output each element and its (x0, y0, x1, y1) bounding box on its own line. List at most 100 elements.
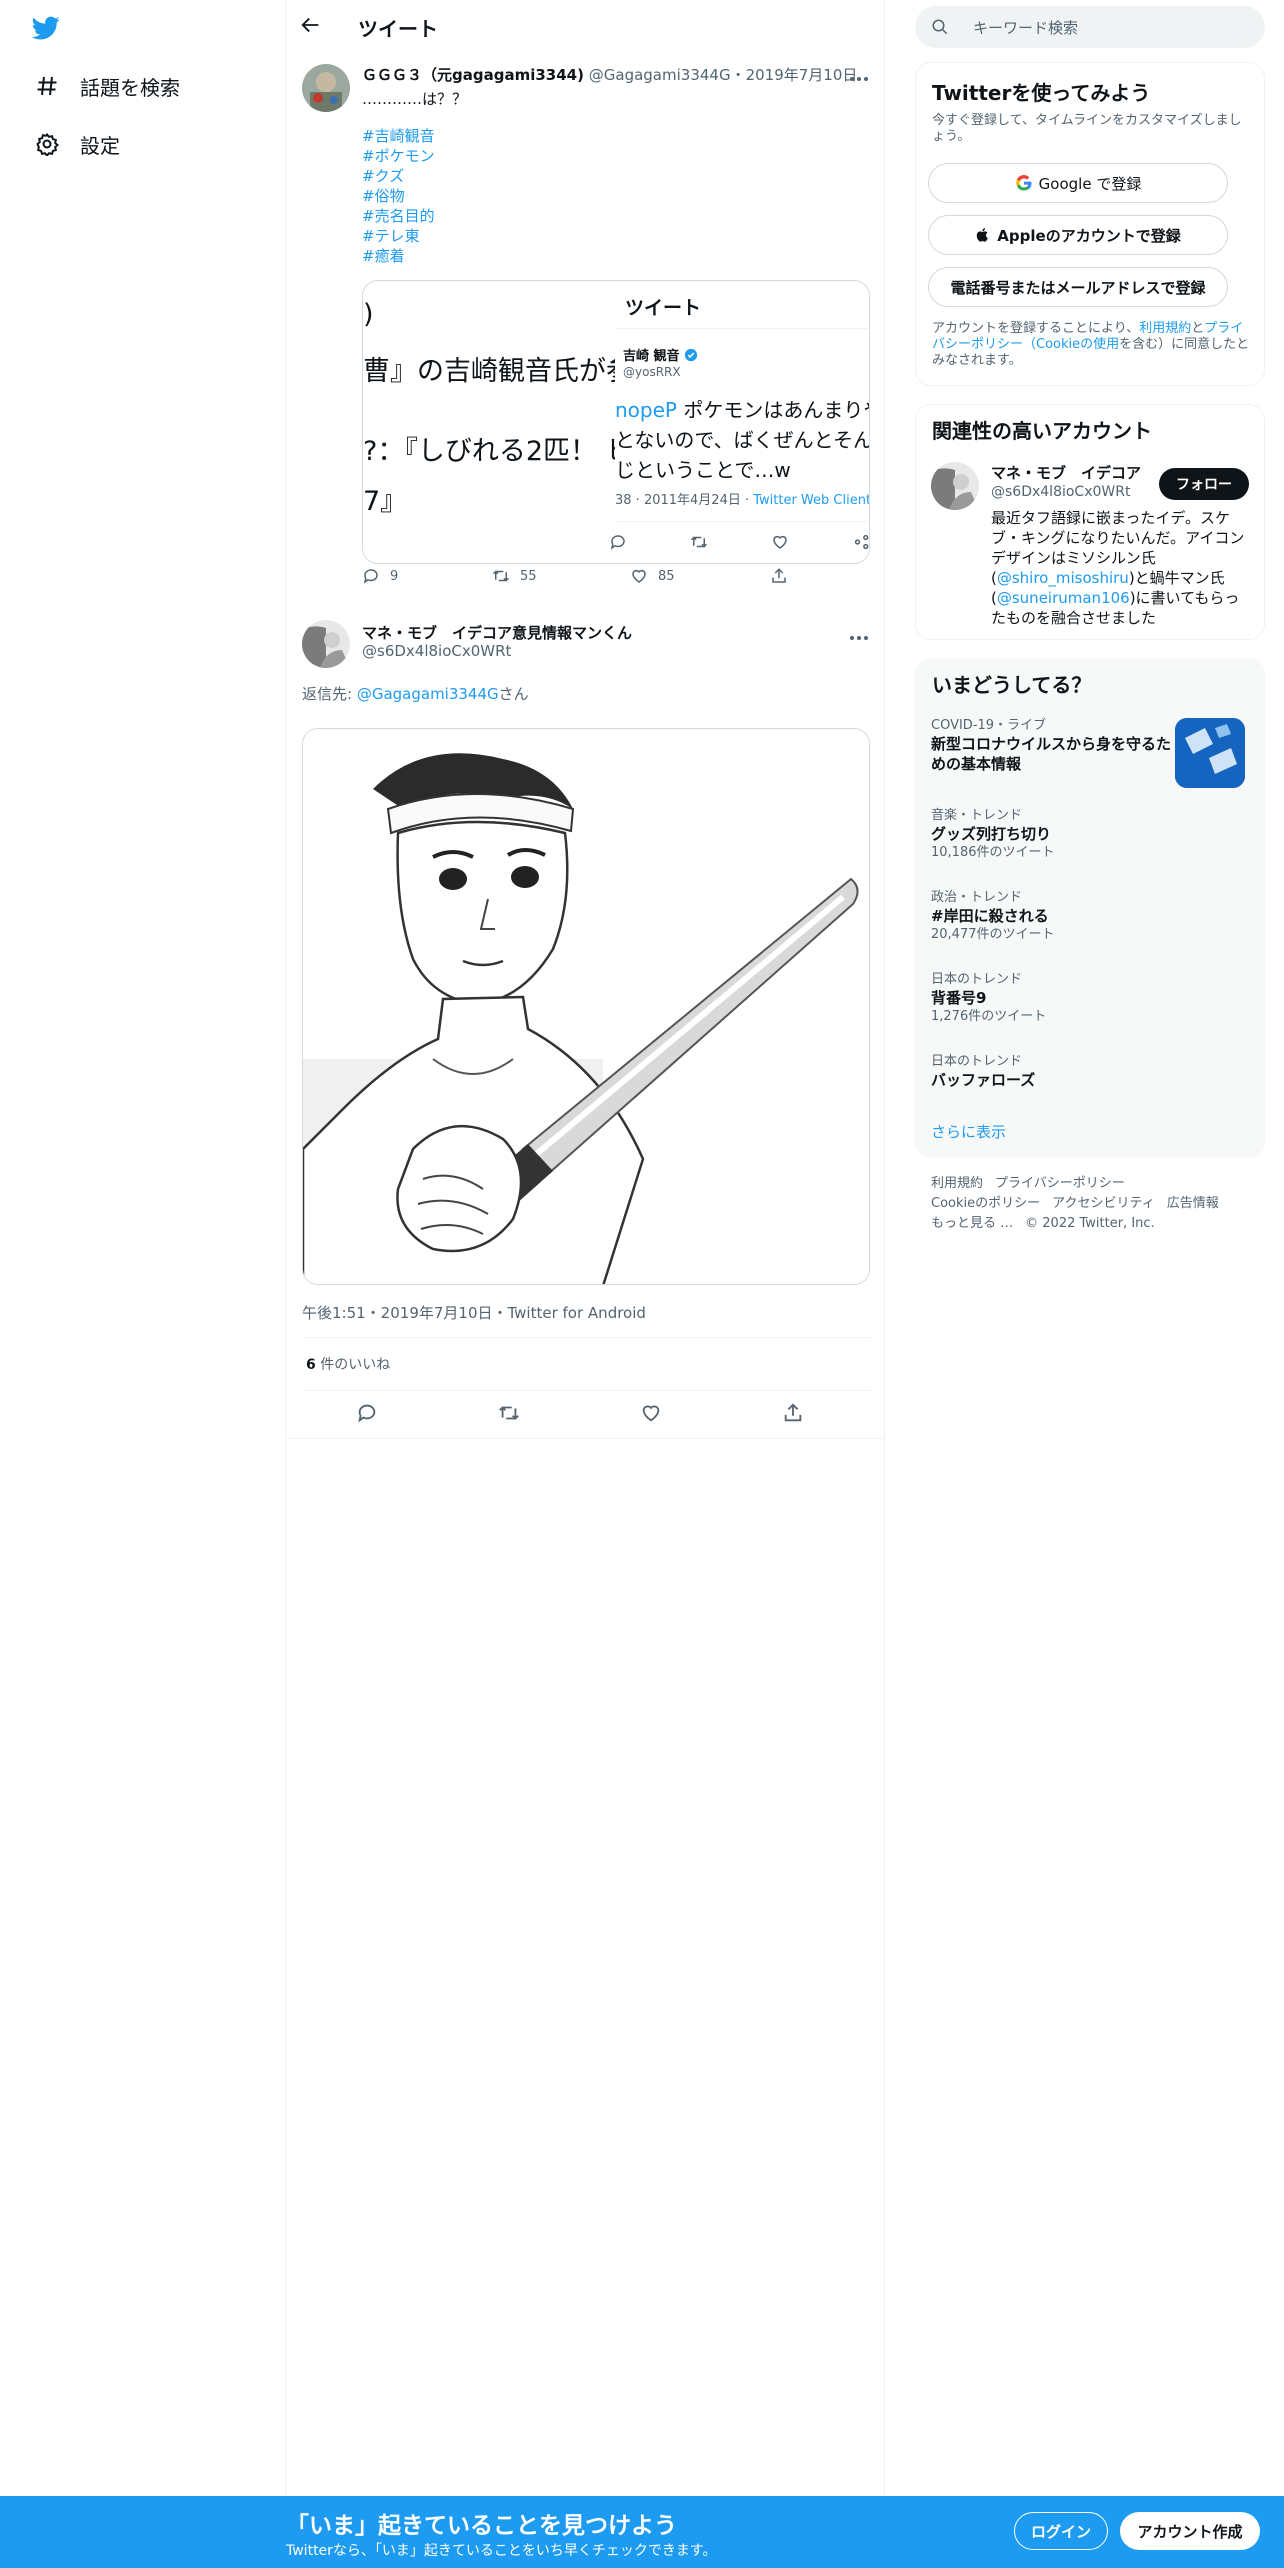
nav-explore[interactable]: 話題を検索 (32, 66, 180, 106)
trend-name: 新型コロナウイルスから身を守るための基本情報 (931, 735, 1172, 773)
right-sidebar: キーワード検索 Twitterを使ってみよう 今すぐ登録して、タイムラインをカス… (915, 0, 1265, 2496)
reply-button[interactable]: 9 (362, 567, 398, 585)
share-button[interactable] (770, 567, 788, 585)
signup-subtitle: 今すぐ登録して、タイムラインをカスタマイズしましょう。 (932, 113, 1242, 144)
embed-meta-text: 38 · 2011年4月24日 · (615, 493, 754, 508)
apple-signup-button[interactable]: Appleのアカウントで登録 (928, 215, 1228, 255)
related-account-handle[interactable]: @s6Dx4l8ioCx0WRt (991, 484, 1130, 500)
trend-item[interactable]: 音楽・トレンド グッズ列打ち切り 10,186件のツイート (931, 808, 1251, 862)
hashtag-link[interactable]: #テレ東 (362, 226, 435, 246)
related-account-bio: 最近タフ語録に嵌まったイデ。スケブ・キングになりたいんだ。アイコンデザインはミソ… (991, 508, 1251, 628)
phone-email-signup-button[interactable]: 電話番号またはメールアドレスで登録 (928, 267, 1228, 307)
follow-button[interactable]: フォロー (1159, 468, 1249, 500)
trend-name: 背番号9 (931, 989, 987, 1007)
trend-name: #岸田に殺される (931, 907, 1049, 925)
manga-image[interactable] (302, 728, 870, 1285)
like-button[interactable] (640, 1402, 662, 1424)
reply-button[interactable] (356, 1402, 378, 1424)
avatar[interactable] (302, 620, 350, 668)
trend-item[interactable]: 日本のトレンド バッファローズ (931, 1054, 1251, 1090)
more-icon[interactable] (846, 628, 872, 640)
tweet-author[interactable]: ＧＧＧ３（元gagagami3344) @Gagagami3344G・2019年… (362, 64, 857, 85)
avatar[interactable] (302, 64, 350, 112)
divider (302, 1337, 870, 1338)
bio-mention-link[interactable]: @shiro_misoshiru (997, 569, 1129, 587)
likes-count: 6 (306, 1357, 316, 1373)
phone-email-signup-label: 電話番号またはメールアドレスで登録 (950, 278, 1206, 297)
retweet-button[interactable]: 55 (492, 567, 537, 585)
more-icon[interactable] (846, 69, 872, 81)
author-name: ＧＧＧ３（元gagagami3344) (362, 66, 584, 84)
share-icon (854, 534, 869, 550)
hashtag-link[interactable]: #俗物 (362, 186, 435, 206)
like-button[interactable]: 85 (630, 567, 675, 585)
embed-meta: 38 · 2011年4月24日 · Twitter Web Client (615, 489, 870, 508)
divider (286, 1438, 884, 1439)
nav-settings-label: 設定 (80, 133, 120, 158)
twitter-logo-icon[interactable] (30, 14, 66, 44)
share-icon (772, 568, 786, 583)
bottom-bar-subtitle: Twitterなら、「いま」起きていることをいち早くチェックできます。 (286, 2543, 717, 2559)
nav-settings[interactable]: 設定 (32, 124, 120, 164)
likes-label: 件のいいね (315, 1357, 391, 1373)
bio-mention-link[interactable]: @suneiruman106 (997, 589, 1130, 607)
trend-item[interactable]: 政治・トレンド #岸田に殺される 20,477件のツイート (931, 890, 1251, 944)
google-signup-button[interactable]: Google で登録 (928, 163, 1228, 203)
author-name[interactable]: マネ・モブ イデコア意見情報マンくん (362, 622, 632, 643)
embed-meta-link: Twitter Web Client (753, 493, 870, 508)
share-button[interactable] (782, 1402, 804, 1424)
heart-icon (773, 535, 787, 549)
embed-text-line: 曹』の吉崎観音氏が参 (363, 356, 615, 387)
trend-meta: 政治・トレンド (931, 890, 1023, 905)
trend-item[interactable]: COVID-19・ライブ 新型コロナウイルスから身を守るための基本情報 (931, 718, 1171, 774)
search-box[interactable]: キーワード検索 (915, 6, 1265, 48)
show-more-link[interactable]: さらに表示 (931, 1121, 1006, 1142)
related-account-name[interactable]: マネ・モブ イデコア意見情報マンくん (991, 462, 1141, 483)
divider (302, 1390, 870, 1391)
retweet-button[interactable] (498, 1402, 520, 1424)
trend-count: 10,186件のツイート (931, 845, 1055, 860)
back-arrow-icon[interactable] (300, 14, 326, 40)
avatar[interactable] (931, 462, 979, 510)
trend-item[interactable]: 日本のトレンド 背番号9 1,276件のツイート (931, 972, 1251, 1026)
search-input[interactable]: キーワード検索 (973, 17, 1078, 38)
embed-left-panel: ) 曹』の吉崎観音氏が参 ?：『しびれる2匹！ ヒ 7』 (363, 281, 615, 563)
footer-terms-link[interactable]: 利用規約 (931, 1176, 983, 1191)
retweet-icon (492, 570, 510, 582)
author-handle[interactable]: @s6Dx4l8ioCx0WRt (362, 642, 511, 660)
login-button[interactable]: ログイン (1014, 2512, 1108, 2550)
hashtag-link[interactable]: #吉崎観音 (362, 126, 435, 146)
hashtag-link[interactable]: #ポケモン (362, 146, 435, 166)
embed-author-handle: @yosRRX (623, 365, 681, 379)
footer-ads-link[interactable]: 広告情報 (1167, 1196, 1219, 1211)
retweet-icon (690, 536, 708, 548)
reply-icon (358, 1404, 376, 1423)
left-navigation: 話題を検索 設定 (0, 0, 285, 2496)
terms-link[interactable]: 利用規約 (1139, 321, 1191, 336)
footer-cookie-link[interactable]: Cookieのポリシー (931, 1196, 1040, 1211)
tweet-timestamp[interactable]: 午後1:51・2019年7月10日・Twitter for Android (302, 1302, 646, 1323)
bottom-signup-bar: 「いま」起きていることを見つけよう Twitterなら、「いま」起きていることを… (0, 2496, 1284, 2568)
retweet-icon (499, 1406, 519, 1420)
hashtag-link[interactable]: #癒着 (362, 246, 435, 266)
footer-privacy-link[interactable]: プライバシーポリシー (995, 1176, 1125, 1191)
tweet-date[interactable]: 2019年7月10日 (746, 66, 858, 84)
signup-button[interactable]: アカウント作成 (1120, 2512, 1260, 2550)
hashtag-link[interactable]: #クズ (362, 166, 435, 186)
embed-body: nopeP ポケモンはあんまりや とないので、ばくぜんとそん じということで…w (615, 395, 869, 485)
embed-action-icons (610, 529, 869, 559)
likes-summary[interactable]: 6 件のいいね (306, 1354, 390, 1374)
embedded-screenshot-image[interactable]: ) 曹』の吉崎観音氏が参 ?：『しびれる2匹！ ヒ 7』 ツイート 吉崎 観音 … (362, 280, 870, 564)
reply-to-handle[interactable]: @Gagagami3344G (357, 685, 499, 703)
hashtag-link[interactable]: #売名目的 (362, 206, 435, 226)
embed-header-title: ツイート (625, 297, 702, 319)
embed-mention: nopeP (615, 398, 677, 422)
reply-icon (363, 569, 378, 584)
reply-count: 9 (390, 568, 399, 584)
embed-body-line: じということで…w (615, 458, 791, 482)
embed-right-panel: ツイート 吉崎 観音 @yosRRX nopeP ポケモンはあんまりや とないの… (610, 281, 870, 563)
page-header: ツイート (286, 0, 884, 54)
embed-text-line: ?：『しびれる2匹！ ヒ (363, 436, 615, 467)
footer-accessibility-link[interactable]: アクセシビリティ (1052, 1196, 1155, 1211)
footer-more-link[interactable]: もっと見る … (931, 1216, 1013, 1231)
